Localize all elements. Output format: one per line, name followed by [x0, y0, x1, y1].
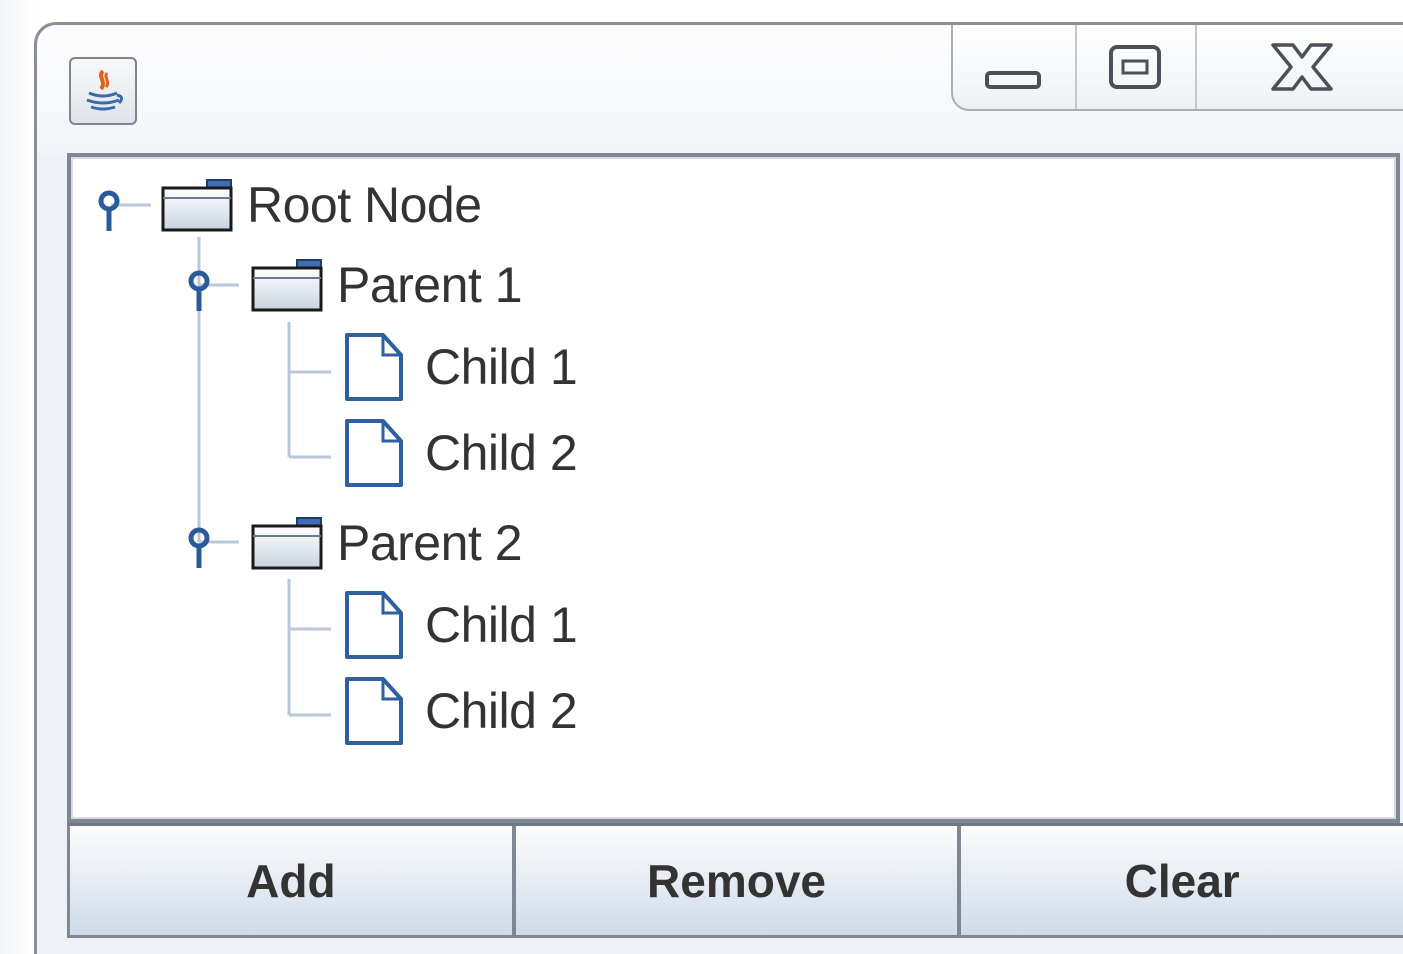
document-icon	[345, 591, 403, 659]
tree-node-parent-1[interactable]: Parent 1	[249, 255, 523, 315]
folder-icon	[251, 517, 323, 570]
clear-button[interactable]: Clear	[961, 826, 1403, 935]
content-area: Root Node Parent 1 Child 1 Child 2 Paren…	[67, 153, 1403, 938]
app-window: Root Node Parent 1 Child 1 Child 2 Paren…	[34, 22, 1403, 954]
folder-icon	[161, 179, 233, 232]
close-icon	[1271, 43, 1333, 91]
folder-icon	[251, 259, 323, 312]
add-button[interactable]: Add	[70, 826, 516, 935]
tree-node-label: Child 2	[425, 683, 578, 739]
tree-node-parent-2[interactable]: Parent 2	[249, 513, 523, 573]
button-bar: Add Remove Clear	[67, 823, 1403, 938]
title-bar[interactable]	[37, 25, 1403, 153]
tree-node-leaf[interactable]: Child 2	[343, 419, 578, 487]
tree-view[interactable]: Root Node Parent 1 Child 1 Child 2 Paren…	[67, 153, 1400, 823]
document-icon	[345, 677, 403, 745]
tree-node-leaf[interactable]: Child 1	[343, 591, 578, 659]
maximize-button[interactable]	[1077, 25, 1197, 109]
close-button[interactable]	[1197, 25, 1403, 109]
tree-node-label: Child 1	[425, 339, 578, 395]
minimize-icon	[985, 71, 1041, 89]
minimize-button[interactable]	[953, 25, 1077, 109]
window-controls	[951, 25, 1403, 111]
tree-node-label: Root Node	[247, 177, 482, 233]
restore-icon	[1109, 45, 1161, 89]
tree-node-leaf[interactable]: Child 2	[343, 677, 578, 745]
document-icon	[345, 419, 403, 487]
expand-handle-icon[interactable]	[98, 190, 120, 231]
remove-button[interactable]: Remove	[515, 826, 962, 935]
tree-node-label: Parent 2	[337, 515, 523, 571]
java-app-icon[interactable]	[69, 57, 137, 125]
tree-node-label: Child 1	[425, 597, 578, 653]
tree-node-root[interactable]: Root Node	[159, 175, 482, 235]
tree-node-label: Child 2	[425, 425, 578, 481]
desktop-background	[0, 0, 36, 954]
tree-node-label: Parent 1	[337, 257, 523, 313]
document-icon	[345, 333, 403, 401]
tree-node-leaf[interactable]: Child 1	[343, 333, 578, 401]
